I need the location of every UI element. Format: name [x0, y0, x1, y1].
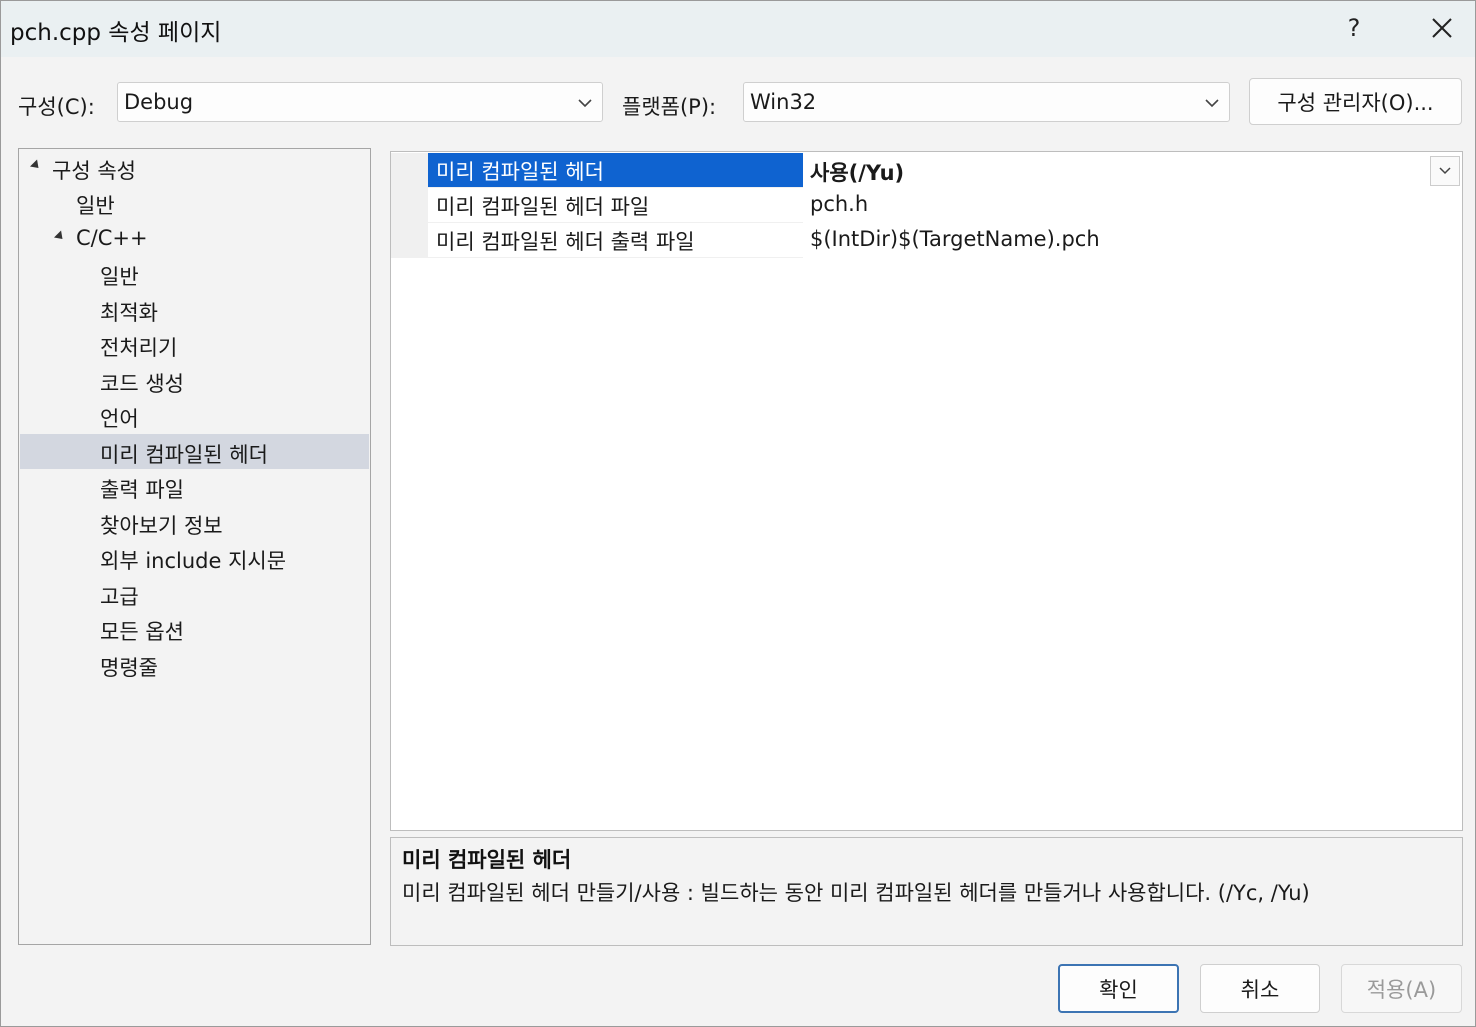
- property-row[interactable]: 미리 컴파일된 헤더 출력 파일 $(IntDir)$(TargetName).…: [391, 223, 1462, 258]
- property-tree: 구성 속성 일반 C/C++ 일반 최적화 전처리기 코드 생성 언어 미리 컴…: [18, 148, 371, 945]
- property-grid: 미리 컴파일된 헤더 사용(/Yu) 미리 컴파일된 헤더 파일 pch.h 미…: [390, 151, 1463, 831]
- value-dropdown-button[interactable]: [1430, 156, 1460, 186]
- config-value: Debug: [124, 90, 194, 114]
- tree-item-precompiled-headers[interactable]: 미리 컴파일된 헤더: [20, 434, 369, 469]
- config-dropdown[interactable]: Debug: [117, 82, 603, 122]
- property-row[interactable]: 미리 컴파일된 헤더 파일 pch.h: [391, 188, 1462, 223]
- row-gutter: [391, 223, 428, 258]
- property-name[interactable]: 미리 컴파일된 헤더: [428, 153, 803, 188]
- tree-item-cpp-general[interactable]: 일반: [20, 256, 369, 291]
- property-value[interactable]: $(IntDir)$(TargetName).pch: [803, 223, 1462, 258]
- window-title: pch.cpp 속성 페이지: [10, 20, 222, 46]
- row-gutter: [391, 188, 428, 223]
- close-button[interactable]: [1419, 5, 1465, 51]
- chevron-down-icon: [1205, 99, 1219, 108]
- tree-item-output-files[interactable]: 출력 파일: [20, 469, 369, 504]
- tree-item-cpp[interactable]: C/C++: [20, 221, 369, 256]
- tree-item-browse-information[interactable]: 찾아보기 정보: [20, 505, 369, 540]
- description-panel: 미리 컴파일된 헤더 미리 컴파일된 헤더 만들기/사용 : 빌드하는 동안 미…: [390, 837, 1463, 946]
- config-manager-button[interactable]: 구성 관리자(O)...: [1249, 78, 1462, 125]
- tree-item-command-line[interactable]: 명령줄: [20, 647, 369, 682]
- ok-button[interactable]: 확인: [1058, 964, 1179, 1013]
- config-label: 구성(C):: [18, 95, 95, 119]
- row-gutter: [391, 153, 428, 188]
- tree-item-general[interactable]: 일반: [20, 185, 369, 220]
- chevron-down-icon: [1439, 167, 1451, 175]
- property-row[interactable]: 미리 컴파일된 헤더 사용(/Yu): [391, 153, 1462, 188]
- help-button[interactable]: ?: [1331, 5, 1377, 51]
- property-pages-dialog: pch.cpp 속성 페이지 ? 구성(C): Debug 플랫폼(P): Wi…: [0, 0, 1476, 1027]
- description-title: 미리 컴파일된 헤더: [402, 848, 572, 872]
- tree-item-language[interactable]: 언어: [20, 398, 369, 433]
- tree-item-advanced[interactable]: 고급: [20, 576, 369, 611]
- close-icon: [1432, 18, 1452, 38]
- tree-item-optimization[interactable]: 최적화: [20, 292, 369, 327]
- tree-item-preprocessor[interactable]: 전처리기: [20, 327, 369, 362]
- cancel-button[interactable]: 취소: [1200, 964, 1320, 1013]
- tree-item-config-properties[interactable]: 구성 속성: [20, 150, 369, 185]
- title-bar: pch.cpp 속성 페이지 ?: [1, 1, 1475, 57]
- description-body: 미리 컴파일된 헤더 만들기/사용 : 빌드하는 동안 미리 컴파일된 헤더를 …: [402, 881, 1310, 905]
- property-value[interactable]: 사용(/Yu): [803, 153, 1462, 188]
- tree-item-all-options[interactable]: 모든 옵션: [20, 611, 369, 646]
- property-name[interactable]: 미리 컴파일된 헤더 출력 파일: [428, 223, 803, 258]
- tree-item-external-includes[interactable]: 외부 include 지시문: [20, 540, 369, 575]
- help-label: ?: [1347, 14, 1361, 42]
- platform-label: 플랫폼(P):: [622, 95, 717, 119]
- apply-button[interactable]: 적용(A): [1341, 964, 1462, 1013]
- tree-item-code-generation[interactable]: 코드 생성: [20, 363, 369, 398]
- platform-dropdown[interactable]: Win32: [743, 82, 1230, 122]
- chevron-down-icon: [578, 99, 592, 108]
- property-value[interactable]: pch.h: [803, 188, 1462, 223]
- property-name[interactable]: 미리 컴파일된 헤더 파일: [428, 188, 803, 223]
- platform-value: Win32: [750, 90, 817, 114]
- expand-arrow-icon[interactable]: [29, 159, 43, 172]
- expand-arrow-icon[interactable]: [53, 230, 67, 243]
